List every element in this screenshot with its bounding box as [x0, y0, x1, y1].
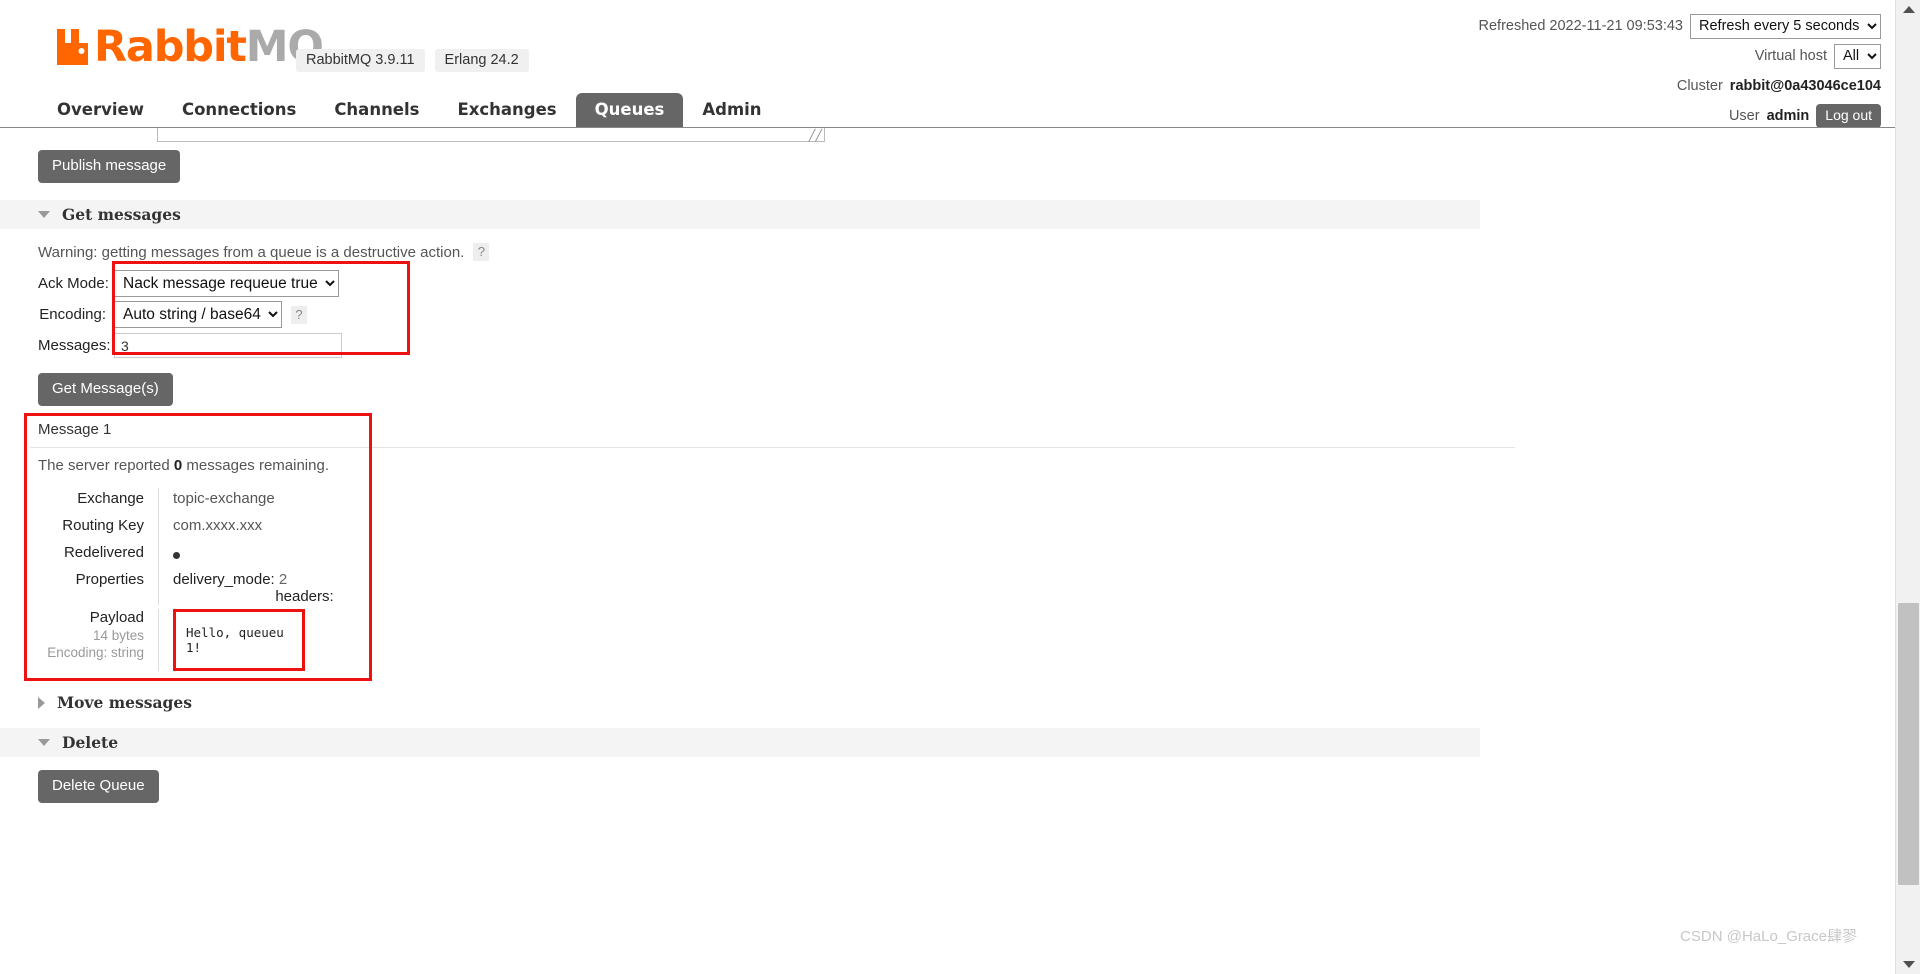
textarea-resize-handle[interactable]: ╱╱ — [809, 131, 822, 142]
table-row: Redelivered — [38, 542, 458, 569]
form-row-ack-mode: Ack Mode: Nack message requeue true — [38, 268, 342, 299]
section-title-get-messages: Get messages — [62, 205, 181, 224]
encoding-label: Encoding: — [39, 306, 106, 323]
message-divider — [30, 447, 1515, 448]
table-row: Routing Key com.xxxx.xxx — [38, 515, 458, 542]
scroll-up-button[interactable] — [1896, 0, 1920, 19]
get-messages-form: Ack Mode: Nack message requeue true Enco… — [38, 268, 342, 361]
messages-count-label: Messages: — [38, 337, 111, 354]
payload-cell: Hello, queueu1! — [158, 609, 458, 671]
version-pills: RabbitMQ 3.9.11 Erlang 24.2 — [296, 49, 529, 72]
remaining-count: 0 — [173, 457, 183, 474]
pill-erlang-version: Erlang 24.2 — [434, 49, 529, 72]
messages-count-input[interactable] — [114, 333, 342, 358]
nav-item-admin[interactable]: Admin — [683, 93, 780, 127]
messages-remaining-text: The server reported 0 messages remaining… — [38, 457, 329, 474]
table-row: Exchange topic-exchange — [38, 488, 458, 515]
row-value-properties: delivery_mode: 2 headers: — [158, 569, 458, 605]
ack-mode-select[interactable]: Nack message requeue true — [114, 270, 339, 297]
pill-rabbitmq-version: RabbitMQ 3.9.11 — [296, 49, 425, 72]
nav-item-queues[interactable]: Queues — [575, 93, 684, 127]
row-key-routing-key: Routing Key — [62, 517, 144, 534]
delete-queue-button[interactable]: Delete Queue — [38, 770, 159, 803]
get-messages-button[interactable]: Get Message(s) — [38, 373, 173, 406]
form-row-encoding: Encoding: Auto string / base64 ? — [38, 299, 342, 330]
warning-text: Warning: getting messages from a queue i… — [38, 243, 465, 261]
nav-item-connections[interactable]: Connections — [163, 93, 315, 127]
section-title-move-messages: Move messages — [57, 693, 192, 712]
help-icon-encoding[interactable]: ? — [291, 305, 307, 324]
page-root: Rabbit MQ TM RabbitMQ 3.9.11 Erlang 24.2… — [0, 0, 1920, 974]
message-details-table: Exchange topic-exchange Routing Key com.… — [38, 488, 458, 671]
section-title-delete: Delete — [62, 733, 119, 752]
row-key-payload: Payload 14 bytes Encoding: string — [38, 609, 158, 671]
page-viewport: Rabbit MQ TM RabbitMQ 3.9.11 Erlang 24.2… — [0, 0, 1895, 974]
vertical-scrollbar[interactable] — [1895, 0, 1920, 974]
section-header-get-messages[interactable]: Get messages — [0, 200, 1480, 229]
cluster-name: rabbit@0a43046ce104 — [1729, 78, 1881, 94]
chevron-up-icon — [1902, 6, 1915, 13]
logo-text-rabbit: Rabbit — [94, 22, 247, 72]
property-value: 2 — [278, 571, 288, 588]
table-row: Properties delivery_mode: 2 headers: — [38, 569, 458, 605]
vhost-row: Virtual host All — [1479, 43, 1881, 69]
encoding-select[interactable]: Auto string / base64 — [114, 301, 282, 328]
triangle-down-icon — [38, 739, 50, 746]
property-delivery-mode: delivery_mode: 2 — [173, 571, 458, 588]
chevron-down-icon — [1902, 961, 1915, 968]
message-title: Message 1 — [38, 421, 112, 438]
row-key-properties: Properties — [75, 571, 144, 588]
payload-size: 14 bytes — [92, 628, 144, 643]
refreshed-timestamp: Refreshed 2022-11-21 09:53:43 — [1478, 18, 1684, 34]
property-headers-label: headers: — [275, 588, 334, 605]
row-value-redelivered — [158, 542, 458, 569]
row-value-routing-key: com.xxxx.xxx — [158, 515, 458, 542]
table-row: Payload 14 bytes Encoding: string Hello,… — [38, 609, 458, 671]
row-key-redelivered: Redelivered — [63, 544, 144, 561]
scrollbar-thumb[interactable] — [1898, 603, 1919, 885]
nav-item-overview[interactable]: Overview — [38, 93, 163, 127]
get-messages-button-wrap: Get Message(s) — [38, 373, 173, 406]
triangle-right-icon — [38, 696, 45, 709]
payload-body: Hello, queueu1! — [173, 609, 305, 671]
rabbitmq-logo-icon — [55, 27, 91, 67]
vhost-label: Virtual host — [1754, 48, 1827, 64]
section-header-move-messages[interactable]: Move messages — [0, 688, 1895, 717]
remaining-prefix: The server reported — [38, 457, 170, 474]
form-row-messages-count: Messages: — [38, 330, 342, 361]
row-value-exchange: topic-exchange — [158, 488, 458, 515]
delete-button-wrap: Delete Queue — [38, 770, 159, 803]
remaining-suffix: messages remaining. — [186, 457, 329, 474]
main-navigation: Overview Connections Channels Exchanges … — [0, 93, 1895, 128]
ack-mode-label: Ack Mode: — [38, 275, 109, 292]
payload-label: Payload — [89, 609, 144, 626]
refresh-row: Refreshed 2022-11-21 09:53:43 Refresh ev… — [1478, 13, 1881, 39]
get-messages-warning: Warning: getting messages from a queue i… — [38, 243, 490, 261]
watermark-text: CSDN @HaLo_Grace肆翏 — [1680, 928, 1857, 945]
section-header-delete[interactable]: Delete — [0, 728, 1480, 757]
property-name: delivery_mode: — [173, 571, 275, 588]
help-icon-warning[interactable]: ? — [473, 243, 490, 261]
publish-message-button[interactable]: Publish message — [38, 150, 181, 183]
nav-item-exchanges[interactable]: Exchanges — [438, 93, 575, 127]
publish-payload-textarea[interactable]: ╱╱ — [157, 128, 825, 142]
nav-item-channels[interactable]: Channels — [315, 93, 438, 127]
cluster-label: Cluster — [1676, 78, 1723, 94]
row-key-exchange: Exchange — [77, 490, 144, 507]
refresh-interval-select[interactable]: Refresh every 5 seconds — [1690, 13, 1881, 39]
vhost-select[interactable]: All — [1834, 43, 1881, 69]
redelivered-bullet-icon — [173, 552, 180, 559]
triangle-down-icon — [38, 211, 50, 218]
scroll-down-button[interactable] — [1896, 955, 1920, 974]
payload-encoding: Encoding: string — [47, 645, 144, 660]
